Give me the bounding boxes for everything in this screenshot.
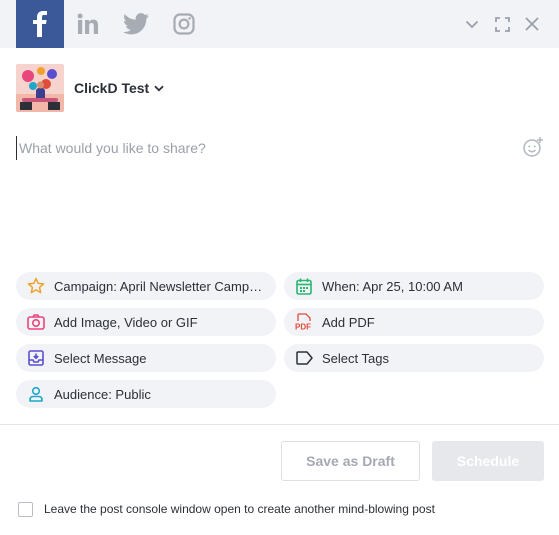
audience-label: Audience: Public — [54, 386, 151, 402]
tag-icon — [294, 348, 314, 368]
audience-chip[interactable]: Audience: Public — [16, 380, 276, 408]
twitter-icon — [123, 13, 149, 35]
user-icon — [26, 384, 46, 404]
emoji-button[interactable] — [522, 136, 544, 158]
instagram-icon — [173, 13, 195, 35]
keep-open-option[interactable]: Leave the post console window open to cr… — [18, 500, 435, 518]
chevron-down-icon — [465, 20, 479, 29]
tab-instagram[interactable] — [160, 0, 208, 48]
tab-twitter[interactable] — [112, 0, 160, 48]
svg-text:PDF: PDF — [295, 323, 311, 332]
chevron-down-icon[interactable] — [154, 85, 164, 92]
campaign-label: Campaign: April Newsletter Campaign — [54, 278, 266, 294]
inbox-icon — [26, 348, 46, 368]
divider — [0, 424, 559, 425]
save-as-draft-button[interactable]: Save as Draft — [281, 441, 420, 481]
keep-open-checkbox[interactable] — [18, 501, 33, 517]
add-pdf-label: Add PDF — [322, 314, 375, 330]
add-media-label: Add Image, Video or GIF — [54, 314, 198, 330]
avatar — [16, 64, 64, 112]
account-selector[interactable]: ClickD Test — [16, 64, 164, 112]
star-icon — [26, 276, 46, 296]
schedule-time-label: When: Apr 25, 10:00 AM — [322, 278, 463, 294]
select-message-label: Select Message — [54, 350, 147, 366]
add-media-chip[interactable]: Add Image, Video or GIF — [16, 308, 276, 336]
emoji-add-icon — [523, 137, 543, 157]
keep-open-label: Leave the post console window open to cr… — [44, 502, 435, 516]
camera-icon — [26, 312, 46, 332]
calendar-icon — [294, 276, 314, 296]
schedule-button[interactable]: Schedule — [432, 441, 544, 481]
schedule-time-chip[interactable]: When: Apr 25, 10:00 AM — [284, 272, 544, 300]
tab-linkedin[interactable] — [64, 0, 112, 48]
close-button[interactable] — [520, 12, 544, 36]
account-name[interactable]: ClickD Test — [74, 80, 149, 96]
expand-icon — [494, 16, 510, 32]
collapse-button[interactable] — [460, 12, 484, 36]
add-pdf-chip[interactable]: PDF Add PDF — [284, 308, 544, 336]
select-message-chip[interactable]: Select Message — [16, 344, 276, 372]
pdf-icon: PDF — [294, 312, 314, 332]
facebook-icon — [33, 11, 47, 37]
expand-button[interactable] — [490, 12, 514, 36]
post-composer-input[interactable] — [16, 136, 506, 160]
select-tags-label: Select Tags — [322, 350, 389, 366]
tab-facebook[interactable] — [16, 0, 64, 48]
close-icon — [525, 17, 539, 31]
network-tab-bar — [0, 0, 559, 48]
campaign-chip[interactable]: Campaign: April Newsletter Campaign — [16, 272, 276, 300]
linkedin-icon — [77, 13, 98, 34]
select-tags-chip[interactable]: Select Tags — [284, 344, 544, 372]
